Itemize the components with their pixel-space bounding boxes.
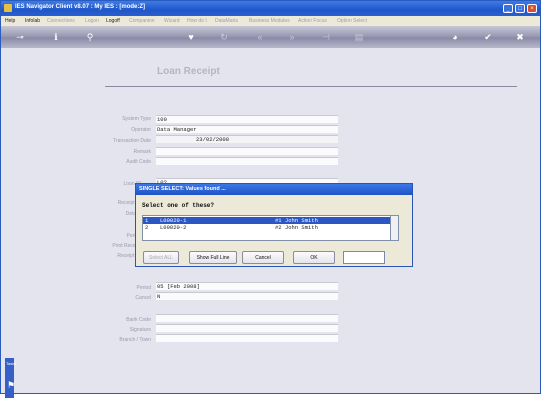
dialog-prompt: Select one of these? xyxy=(142,202,215,209)
field-label-details: Details xyxy=(125,211,141,217)
row-name: #2 John Smith xyxy=(275,224,318,231)
branch-town-field[interactable] xyxy=(156,334,338,342)
list-item[interactable]: 1 L00020-1 #1 John Smith xyxy=(143,217,390,224)
row-code: L00020-2 xyxy=(160,224,187,231)
tasks-tab-label: Tasks xyxy=(6,361,17,366)
field-label-print-receipt: Print Receipt xyxy=(112,243,141,249)
field-label-system-type: System Type xyxy=(122,116,151,122)
system-type-field[interactable]: 100 xyxy=(156,115,338,123)
period-field[interactable]: 05 [Feb 2008] xyxy=(156,282,338,290)
check-icon[interactable]: ✔ xyxy=(481,31,495,43)
title-divider xyxy=(105,86,517,87)
menu-bar: Help Infolab Connections Logon Logoff Co… xyxy=(1,16,540,26)
menu-infolab[interactable]: Infolab xyxy=(25,18,40,24)
dialog-title[interactable]: SINGLE SELECT: Values found ... xyxy=(136,184,412,195)
row-code: L00020-1 xyxy=(160,217,187,224)
ok-button[interactable]: OK xyxy=(293,251,335,264)
menu-action-focus[interactable]: Action Focus xyxy=(298,18,327,24)
menu-datamarts[interactable]: DataMarts xyxy=(215,18,238,24)
field-label-remark: Remark xyxy=(133,149,151,155)
globe-icon[interactable]: ◕ xyxy=(448,31,462,43)
title-bar[interactable]: IES Navigator Client v8.07 : My IES : [m… xyxy=(1,1,540,16)
field-label-branch-town: Branch / Town xyxy=(119,337,151,343)
remark-field[interactable] xyxy=(156,147,338,155)
list-scrollbar[interactable] xyxy=(391,215,399,241)
row-number: 1 xyxy=(145,217,149,224)
menu-business-modules[interactable]: Business Modules xyxy=(249,18,290,24)
search-icon[interactable]: ⚲ xyxy=(83,31,97,43)
toolbar: ⊸ ℹ ⚲ ♥ ↻ « » ⊣ ▤ ◕ ✔ ✖ xyxy=(1,26,540,48)
info-icon[interactable]: ℹ xyxy=(49,31,63,43)
application-window: IES Navigator Client v8.07 : My IES : [m… xyxy=(0,0,541,398)
field-label-period: Period xyxy=(136,285,151,291)
menu-logon[interactable]: Logon xyxy=(85,18,99,24)
menu-option-select[interactable]: Option Select xyxy=(337,18,367,24)
row-number: 2 xyxy=(145,224,149,231)
menu-connections[interactable]: Connections xyxy=(47,18,75,24)
field-label-signature: Signature xyxy=(129,327,151,333)
refresh-icon[interactable]: ↻ xyxy=(217,31,231,43)
minimize-button[interactable]: _ xyxy=(503,4,513,13)
field-label-receipt-id: Receipt ID xyxy=(117,200,141,206)
values-list[interactable]: 1 L00020-1 #1 John Smith 2 L00020-2 #2 J… xyxy=(142,215,391,241)
maximize-button[interactable]: □ xyxy=(515,4,525,13)
menu-logoff[interactable]: Logoff xyxy=(106,18,120,24)
pin-icon: ⚑ xyxy=(7,380,16,390)
list-item[interactable]: 2 L00020-2 #2 John Smith xyxy=(143,224,390,231)
dialog-input[interactable] xyxy=(343,251,385,264)
menu-help[interactable]: Help xyxy=(5,18,15,24)
window-title: IES Navigator Client v8.07 : My IES : [m… xyxy=(15,4,146,10)
signature-field[interactable] xyxy=(156,324,338,332)
select-all-button[interactable]: Select ALL xyxy=(143,251,179,264)
field-label-bank-code: Bank Code xyxy=(126,317,151,323)
transaction-date-field[interactable]: 23/02/2008 xyxy=(156,135,338,143)
heart-icon[interactable]: ♥ xyxy=(184,31,198,43)
field-label-audit-code: Audit Code xyxy=(126,159,151,165)
key-icon[interactable]: ⊸ xyxy=(9,31,31,43)
menu-companion[interactable]: Companion xyxy=(129,18,155,24)
split-icon[interactable]: ⊣ xyxy=(319,31,333,43)
field-label-period-a: Period xyxy=(126,233,141,239)
cancel-icon[interactable]: ✖ xyxy=(513,31,527,43)
menu-how-do-i[interactable]: How do I xyxy=(187,18,207,24)
rewind-icon[interactable]: « xyxy=(253,31,267,43)
cancel-field[interactable]: N xyxy=(156,292,338,300)
app-icon xyxy=(4,4,12,12)
field-label-receipt-nr: Receipt Nr xyxy=(117,253,141,259)
field-label-cancel: Cancel xyxy=(135,295,151,301)
row-name: #1 John Smith xyxy=(275,217,318,224)
field-label-loan-id: Loan ID xyxy=(123,181,141,187)
menu-wizard[interactable]: Wizard xyxy=(164,18,180,24)
show-full-line-button[interactable]: Show Full Line xyxy=(189,251,237,264)
audit-code-field[interactable] xyxy=(156,157,338,165)
bank-code-field[interactable] xyxy=(156,314,338,322)
cancel-button[interactable]: Cancel xyxy=(242,251,284,264)
tasks-side-tab[interactable]: Tasks ⚑ xyxy=(5,358,17,398)
close-button[interactable]: × xyxy=(527,4,537,13)
field-label-operator: Operator xyxy=(131,127,151,133)
field-label-transaction-date: Transaction Date xyxy=(113,138,151,144)
page-title: Loan Receipt xyxy=(157,66,220,77)
document-icon[interactable]: ▤ xyxy=(352,31,366,43)
single-select-dialog: SINGLE SELECT: Values found ... Select o… xyxy=(135,183,413,267)
operator-field[interactable]: Data Manager xyxy=(156,125,338,133)
fast-forward-icon[interactable]: » xyxy=(285,31,299,43)
